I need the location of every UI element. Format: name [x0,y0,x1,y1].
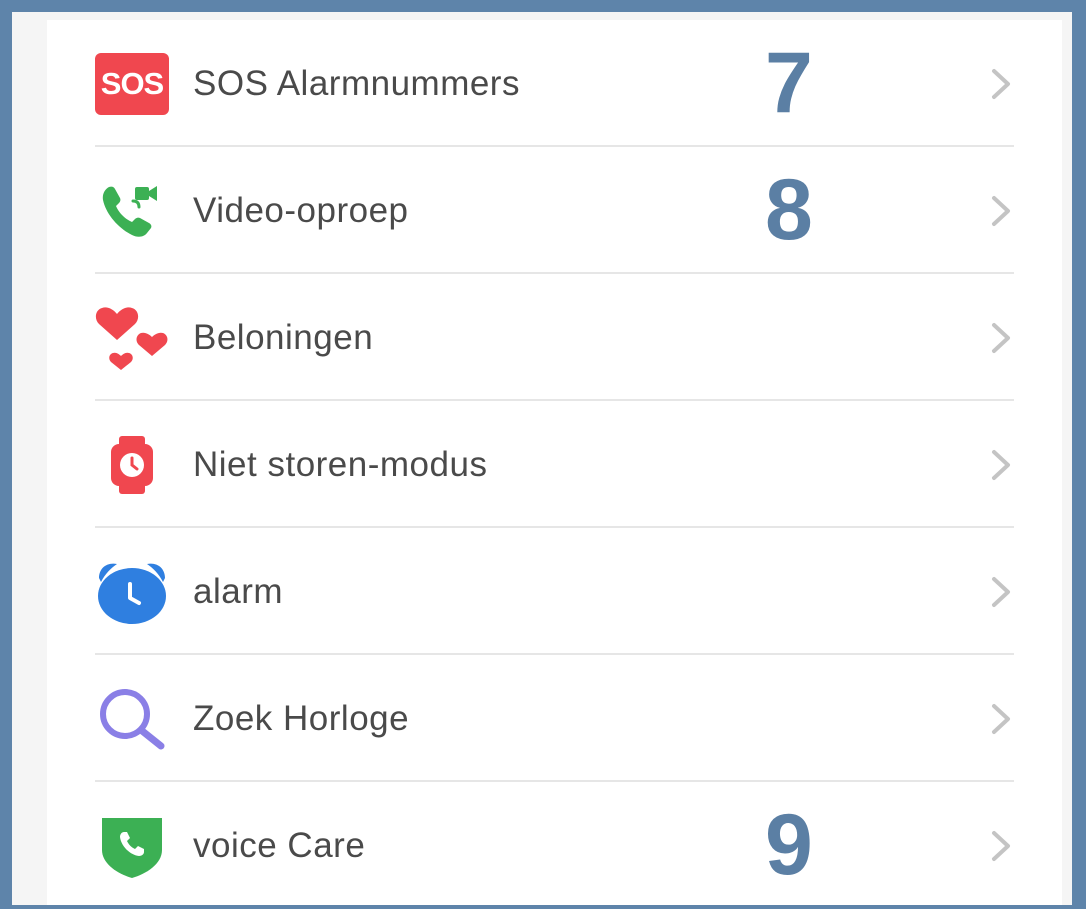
list-item-sos[interactable]: SOS SOS Alarmnummers 7 [47,20,1062,147]
sos-icon: SOS [95,53,169,115]
chevron-right-icon [992,69,1010,99]
list-item-rewards[interactable]: Beloningen [47,274,1062,401]
hearts-icon [95,307,169,370]
list-item-do-not-disturb[interactable]: Niet storen-modus [47,401,1062,528]
settings-list: SOS SOS Alarmnummers 7 Video-oproep 8 Be… [47,20,1062,909]
chevron-right-icon [992,704,1010,734]
chevron-right-icon [992,577,1010,607]
chevron-right-icon [992,323,1010,353]
list-item-label: Beloningen [193,318,374,357]
list-item-label: Niet storen-modus [193,445,488,484]
list-item-voice-care[interactable]: voice Care 9 [47,782,1062,909]
video-call-icon [95,180,169,242]
search-icon [95,688,169,750]
list-item-label: Video-oproep [193,191,409,230]
voice-care-icon [95,815,169,878]
list-item-label: alarm [193,572,284,611]
list-item-label: Zoek Horloge [193,699,410,738]
annotation-number: 9 [765,797,813,893]
sos-icon-text: SOS [95,53,169,115]
watch-icon [95,434,169,496]
settings-card: SOS SOS Alarmnummers 7 Video-oproep 8 Be… [47,20,1062,905]
annotation-number: 8 [765,162,813,258]
chevron-right-icon [992,450,1010,480]
chevron-right-icon [992,196,1010,226]
list-item-label: voice Care [193,826,366,865]
list-item-alarm[interactable]: alarm [47,528,1062,655]
list-item-label: SOS Alarmnummers [193,64,520,103]
annotation-number: 7 [765,35,813,131]
chevron-right-icon [992,831,1010,861]
alarm-clock-icon [95,561,169,624]
list-item-video-call[interactable]: Video-oproep 8 [47,147,1062,274]
list-item-find-watch[interactable]: Zoek Horloge [47,655,1062,782]
